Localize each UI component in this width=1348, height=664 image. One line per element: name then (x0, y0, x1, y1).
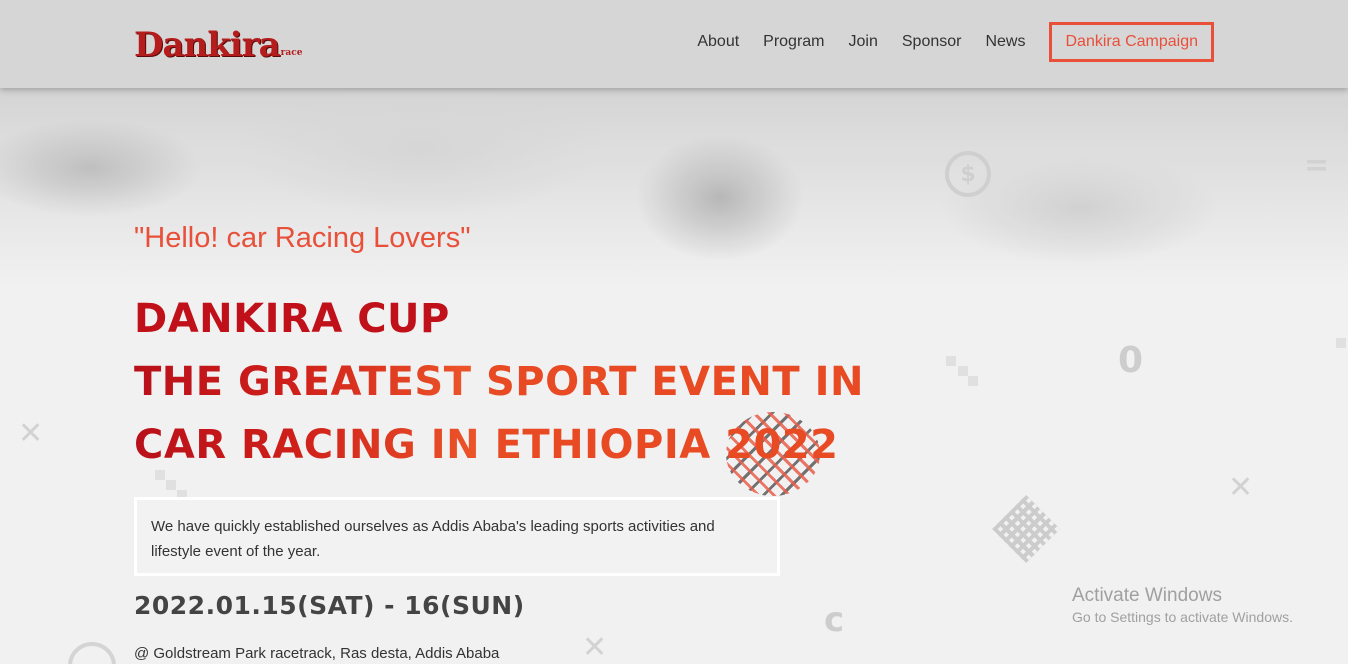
logo-text: Dankira (134, 25, 281, 65)
no-dollar-icon: $ (945, 151, 991, 197)
pixel-square-icon (946, 356, 956, 366)
headline-line-2-part-b: SPORT EVENT IN (485, 359, 864, 405)
c-glyph-icon: c (824, 600, 845, 640)
event-venue: @ Goldstream Park racetrack, Ras desta, … (134, 645, 500, 662)
cross-icon: ✕ (18, 416, 44, 451)
main-nav: About Program Join Sponsor News Dankira … (673, 22, 1214, 62)
hero-description: We have quickly established ourselves as… (151, 518, 715, 560)
equals-icon: = (1304, 148, 1330, 183)
site-header: Dankira race About Program Join Sponsor … (0, 0, 1348, 88)
nav-item-about[interactable]: About (697, 33, 739, 51)
headline-line-2-part-a: THE GREATEST (134, 359, 486, 405)
headline-line-2: THE GREATEST SPORT EVENT IN (134, 351, 864, 414)
headline-line-3-part-b: ETHIOPIA 2022 (494, 422, 839, 468)
headline-line-3-part-a: CAR RACING IN (134, 422, 495, 468)
campaign-button[interactable]: Dankira Campaign (1049, 22, 1214, 62)
logo-subtext: race (280, 48, 303, 58)
watermark-title: Activate Windows (1072, 585, 1222, 606)
hero-background-photo (0, 88, 1348, 288)
pixel-square-icon (968, 376, 978, 386)
hero-tagline: "Hello! car Racing Lovers" (134, 222, 471, 254)
windows-activation-watermark: Activate Windows Go to Settings to activ… (1072, 585, 1293, 625)
site-logo[interactable]: Dankira race (134, 18, 314, 62)
headline-line-3: CAR RACING IN ETHIOPIA 2022 (134, 414, 864, 477)
nav-item-news[interactable]: News (985, 33, 1025, 51)
checker-diamond-icon (992, 495, 1060, 563)
event-date: 2022.01.15(SAT) - 16(SUN) (134, 591, 525, 620)
pixel-square-icon (1336, 338, 1346, 348)
cross-icon: ✕ (582, 630, 608, 664)
ring-icon (68, 642, 116, 664)
pixel-square-icon (166, 480, 176, 490)
nav-item-join[interactable]: Join (849, 33, 878, 51)
nav-item-sponsor[interactable]: Sponsor (902, 33, 962, 51)
zero-glyph-icon: 0 (1118, 340, 1144, 381)
watermark-subtitle: Go to Settings to activate Windows. (1072, 609, 1293, 625)
hero-description-box: We have quickly established ourselves as… (134, 497, 780, 576)
headline-line-1: DANKIRA CUP (134, 296, 450, 342)
nav-item-program[interactable]: Program (763, 33, 824, 51)
hero-headline: DANKIRA CUP THE GREATEST SPORT EVENT IN … (134, 288, 864, 477)
pixel-square-icon (958, 366, 968, 376)
cross-icon: ✕ (1228, 470, 1254, 505)
